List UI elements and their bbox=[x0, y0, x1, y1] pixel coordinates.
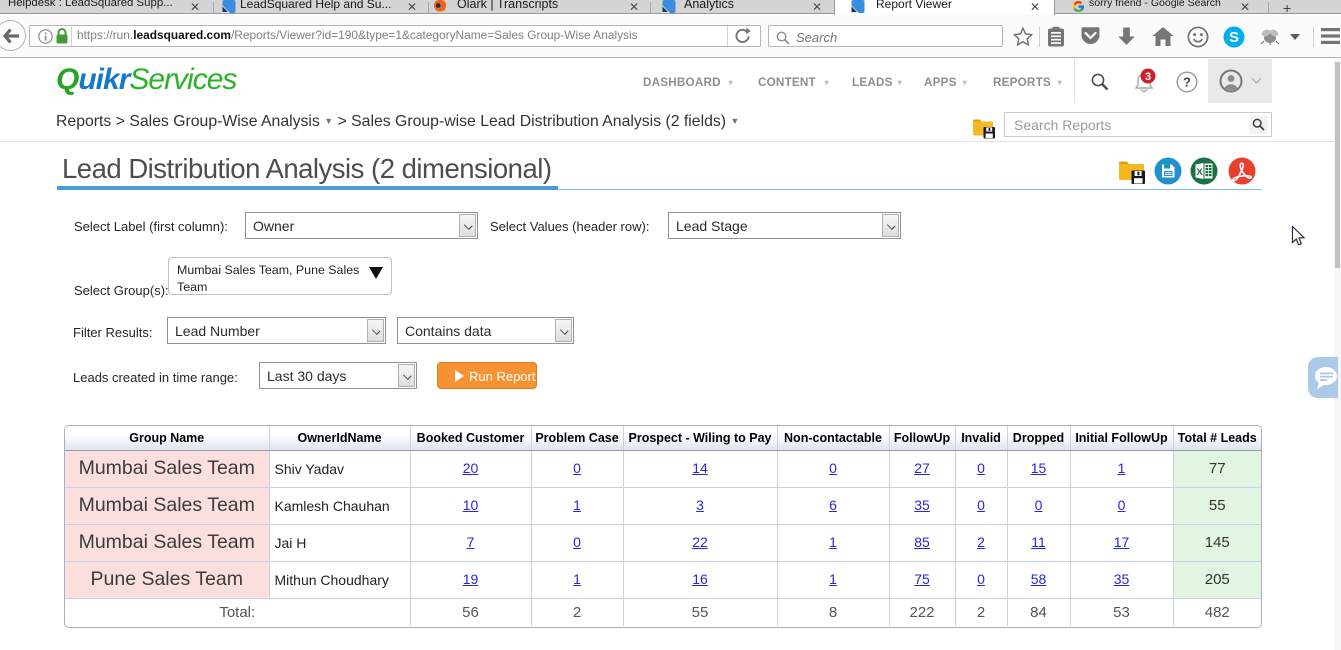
svg-text:?: ? bbox=[1183, 75, 1191, 90]
svg-text:X: X bbox=[1196, 167, 1203, 178]
svg-text:3: 3 bbox=[1145, 71, 1151, 83]
svg-text:S: S bbox=[1229, 29, 1239, 46]
